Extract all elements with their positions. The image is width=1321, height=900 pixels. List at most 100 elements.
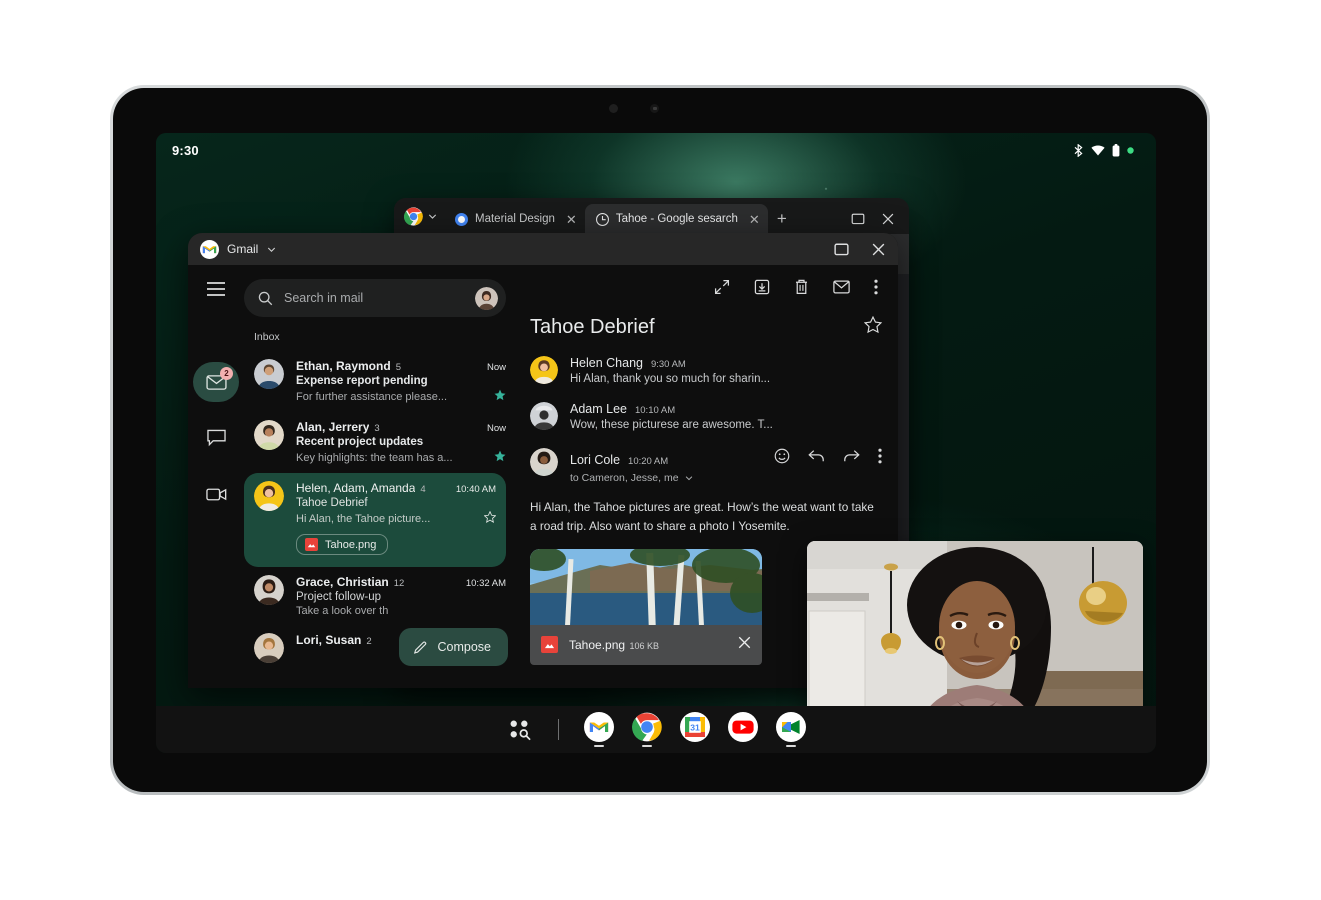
email-subject: Project follow-up <box>296 591 382 603</box>
new-tab-button[interactable]: + <box>768 210 796 234</box>
star-outline-icon[interactable] <box>863 315 883 339</box>
email-subject: Recent project updates <box>296 436 424 448</box>
gmail-left-rail: 2 <box>188 265 244 688</box>
email-time: Now <box>486 423 506 434</box>
message-sender: Helen Chang <box>570 356 643 370</box>
hamburger-menu-icon[interactable] <box>206 281 226 302</box>
list-item-content: Ethan, Raymond 5 Now Expense report pend… <box>296 359 506 404</box>
list-item-header: Alan, Jerrery 3 Now <box>296 420 506 434</box>
attachment-meta: Tahoe.png 106 KB <box>569 636 659 654</box>
message-content: Lori Cole 10:20 AM to Cameron, Jesse, me <box>570 448 882 484</box>
gmail-icon <box>583 712 614 742</box>
status-icons <box>1073 143 1134 157</box>
search-icon <box>258 291 273 305</box>
sidebar-item-meet[interactable] <box>193 474 239 514</box>
message-sender: Lori Cole <box>570 453 621 467</box>
taskbar-app-gmail[interactable] <box>575 710 623 750</box>
message-time: 10:10 AM <box>634 405 676 416</box>
email-snippet-row: For further assistance please... <box>296 389 506 404</box>
list-item[interactable]: Alan, Jerrery 3 Now Recent project updat… <box>244 412 516 473</box>
taskbar-app-chrome[interactable] <box>623 710 671 750</box>
email-snippet: Hi Alan, the Tahoe picture... <box>296 512 431 525</box>
avatar[interactable] <box>475 286 498 310</box>
more-vertical-icon[interactable] <box>874 279 878 300</box>
avatar <box>530 448 558 476</box>
reply-icon[interactable] <box>808 449 825 468</box>
more-vertical-icon[interactable] <box>878 448 882 469</box>
message-collapsed[interactable]: Adam Lee 10:10 AM Wow, these picturese a… <box>530 402 882 431</box>
message-snippet: Wow, these picturese are awesome. T... <box>570 419 773 431</box>
archive-icon[interactable] <box>754 279 770 300</box>
avatar <box>530 356 558 384</box>
message-content: Adam Lee 10:10 AM Wow, these picturese a… <box>570 402 882 431</box>
email-sender: Alan, Jerrery <box>296 420 370 434</box>
message-recipients-label: to Cameron, Jesse, me <box>570 472 679 484</box>
chrome-tab-1[interactable]: Tahoe - Google sesarch ✕ <box>584 204 768 234</box>
email-snippet-row: Take a look over th <box>296 605 506 617</box>
email-thread-count: 3 <box>374 423 380 434</box>
message-time: 9:30 AM <box>650 359 686 370</box>
sidebar-item-mail[interactable]: 2 <box>193 362 239 402</box>
list-item-selected[interactable]: Helen, Adam, Amanda 4 10:40 AM Tahoe Deb… <box>244 473 506 567</box>
chrome-profile-area[interactable] <box>402 207 444 234</box>
recording-dot-icon <box>1127 146 1134 154</box>
chevron-down-icon[interactable] <box>427 211 438 222</box>
taskbar-app-youtube[interactable] <box>719 710 767 750</box>
app-launcher-search-icon[interactable] <box>498 713 542 747</box>
forward-icon[interactable] <box>843 449 860 468</box>
search-placeholder: Search in mail <box>284 291 364 305</box>
gmail-body: 2 Search in mail Inbox Ethan, Raymond 5 … <box>188 265 898 688</box>
expand-icon[interactable] <box>714 279 730 300</box>
chevron-down-icon[interactable] <box>266 244 277 255</box>
message-sender: Adam Lee <box>570 402 627 416</box>
chevron-down-icon[interactable] <box>684 473 694 483</box>
status-time: 9:30 <box>172 142 199 158</box>
attachment-info-bar[interactable]: Tahoe.png 106 KB <box>530 624 762 665</box>
video-camera-icon <box>205 488 226 500</box>
gmail-window[interactable]: Gmail 2 Search in mail Inbox Ethan, Raym… <box>188 233 898 688</box>
list-item[interactable]: Ethan, Raymond 5 Now Expense report pend… <box>244 351 516 412</box>
sidebar-item-chat[interactable] <box>193 418 239 458</box>
message-recipients[interactable]: to Cameron, Jesse, me <box>570 472 882 484</box>
chrome-tab-title: Tahoe - Google sesarch <box>615 213 738 225</box>
close-icon[interactable] <box>881 212 895 226</box>
chrome-window-controls <box>851 212 909 234</box>
star-filled-icon[interactable] <box>488 389 506 404</box>
taskbar-app-meet[interactable] <box>767 710 815 750</box>
avatar <box>530 402 558 430</box>
avatar <box>254 420 284 450</box>
message-header: Lori Cole 10:20 AM <box>570 448 882 469</box>
message-expanded[interactable]: Lori Cole 10:20 AM to Cameron, Jesse, me <box>530 448 882 484</box>
delete-icon[interactable] <box>794 279 809 300</box>
email-list-column: Search in mail Inbox Ethan, Raymond 5 No… <box>244 265 516 688</box>
email-snippet: Key highlights: the team has a... <box>296 451 453 464</box>
attachment-chip[interactable]: Tahoe.png <box>296 534 389 555</box>
message-collapsed[interactable]: Helen Chang 9:30 AM Hi Alan, thank you s… <box>530 356 882 385</box>
email-time: 10:40 AM <box>455 484 496 495</box>
svg-text:31: 31 <box>690 722 700 732</box>
email-snippet-row: Hi Alan, the Tahoe picture... <box>296 510 497 526</box>
list-item[interactable]: Grace, Christian 12 10:32 AM Project fol… <box>244 567 516 625</box>
emoji-icon[interactable] <box>774 448 790 469</box>
close-icon[interactable] <box>737 635 752 655</box>
tab-close-icon[interactable]: ✕ <box>566 213 577 226</box>
taskbar-app-calendar[interactable]: 31 <box>671 710 719 750</box>
compose-button[interactable]: Compose <box>398 628 508 666</box>
maximize-icon[interactable] <box>834 242 849 257</box>
email-subject: Expense report pending <box>296 375 428 387</box>
camera-dot-left <box>609 104 618 113</box>
email-sender: Ethan, Raymond <box>296 359 391 373</box>
star-filled-icon[interactable] <box>488 450 506 465</box>
star-outline-icon[interactable] <box>478 510 497 526</box>
email-subject: Tahoe Debrief <box>296 497 368 509</box>
mark-unread-icon[interactable] <box>833 280 850 299</box>
tab-close-icon[interactable]: ✕ <box>749 213 760 226</box>
message-content: Helen Chang 9:30 AM Hi Alan, thank you s… <box>570 356 882 385</box>
gmail-title-bar: Gmail <box>188 233 898 265</box>
maximize-icon[interactable] <box>851 212 865 226</box>
search-input[interactable]: Search in mail <box>244 279 506 317</box>
taskbar: 31 <box>156 706 1156 753</box>
close-icon[interactable] <box>871 242 886 257</box>
tab-favicon-google <box>595 212 609 226</box>
chrome-tab-0[interactable]: Material Design ✕ <box>444 204 585 234</box>
